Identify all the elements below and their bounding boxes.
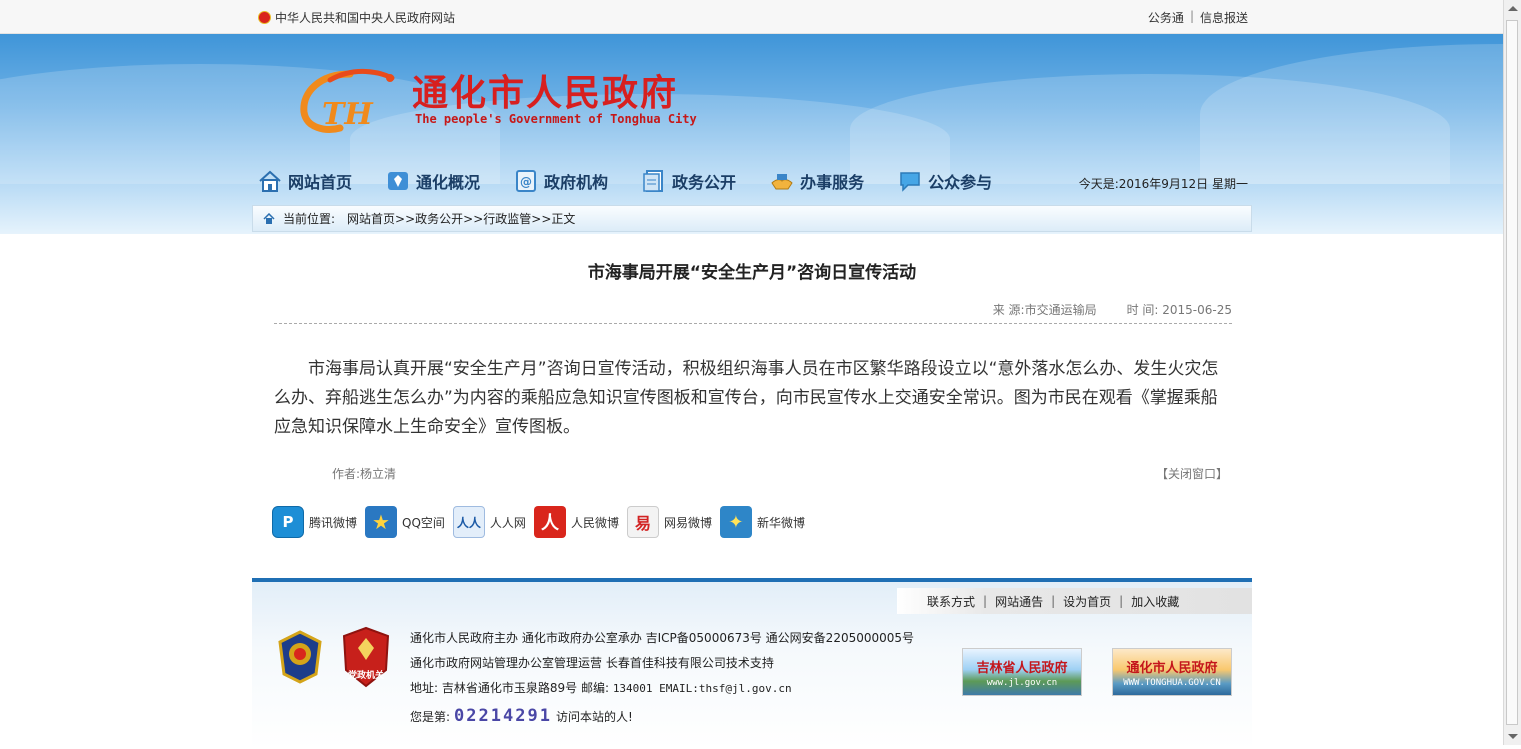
nav-services[interactable]: 办事服务 (770, 169, 864, 193)
share-bar: P 腾讯微博 ★ QQ空间 人人 人人网 人 人民微博 易 网易微博 ✦ 新华微… (272, 506, 813, 538)
article-author: 作者:杨立清 (332, 467, 397, 481)
breadcrumb-home-icon (263, 213, 275, 224)
top-right-links: 公务通 | 信息报送 (1148, 9, 1248, 26)
share-label: 新华微博 (756, 515, 805, 530)
tonghua-gov-link[interactable]: 通化市人民政府 WWW.TONGHUA.GOV.CN (1112, 648, 1232, 696)
info-report-link[interactable]: 信息报送 (1200, 9, 1248, 26)
logo-title-en: The people's Government of Tonghua City (415, 112, 697, 126)
visitor-count: 02214291 (454, 706, 552, 726)
footer-link-separator: | (1051, 594, 1056, 608)
share-xinhua-weibo[interactable]: ✦ 新华微博 (719, 506, 805, 538)
breadcrumb-label: 当前位置: (283, 212, 336, 226)
organization-icon: @ (516, 170, 537, 192)
vertical-scrollbar[interactable] (1503, 0, 1521, 745)
share-label: 网易微博 (663, 515, 712, 530)
footer-add-favorite-link[interactable]: 加入收藏 (1131, 593, 1179, 610)
article-time: 时 间: 2015-06-25 (1126, 303, 1232, 317)
central-gov-link-label: 中华人民共和国中央人民政府网站 (275, 11, 456, 25)
xinhua-weibo-icon: ✦ (719, 506, 752, 538)
nav-gov-affairs-label: 政务公开 (672, 173, 737, 192)
article-divider (274, 323, 1232, 324)
article-meta: 来 源:市交通运输局 时 间: 2015-06-25 (993, 301, 1232, 318)
article-body: 市海事局认真开展“安全生产月”咨询日宣传活动，积极组织海事人员在市区繁华路段设立… (274, 359, 1219, 437)
current-date: 今天是:2016年9月12日 星期一 (1078, 177, 1248, 191)
chat-icon (900, 172, 920, 192)
footer: 联系方式 | 网站通告 | 设为首页 | 加入收藏 党政机关 通化市人民政府主办… (252, 578, 1252, 749)
jilin-gov-link-url: www.jl.gov.cn (986, 678, 1058, 688)
gongwutong-link[interactable]: 公务通 (1148, 9, 1184, 26)
article-source: 来 源:市交通运输局 (992, 303, 1097, 317)
top-links-separator: | (1189, 9, 1194, 23)
breadcrumb-path[interactable]: 网站首页>>政务公开>>行政监管>>正文 (347, 210, 575, 227)
footer-contact-link[interactable]: 联系方式 (927, 593, 975, 610)
svg-text:@: @ (520, 175, 532, 189)
footer-postcode-email: 134001 EMAIL:thsf@jl.gov.cn (612, 682, 792, 695)
nav-overview[interactable]: 通化概况 (386, 169, 480, 193)
share-label: QQ空间 (402, 515, 445, 530)
share-people-weibo[interactable]: 人 人民微博 (533, 506, 619, 538)
party-gov-badge-icon[interactable]: 党政机关 (340, 626, 392, 688)
share-label: 人民微博 (570, 515, 619, 530)
visitor-prefix: 您是第: (410, 709, 451, 724)
share-renren[interactable]: 人人 人人网 (452, 506, 526, 538)
nav-organization[interactable]: @ 政府机构 (514, 169, 608, 193)
handshake-icon (771, 174, 793, 190)
tonghua-gov-link-title: 通化市人民政府 (1126, 661, 1218, 676)
nav-home-label: 网站首页 (288, 173, 353, 192)
header-banner: TH 通化市人民政府 The people's Government of To… (0, 34, 1503, 234)
nav-participation[interactable]: 公众参与 (898, 169, 992, 193)
share-label: 人人网 (489, 515, 526, 530)
footer-line-operator: 通化市政府网站管理办公室管理运营 长春首佳科技有限公司技术支持 (410, 656, 774, 670)
netease-weibo-icon: 易 (626, 506, 659, 538)
visitor-suffix: 访问本站的人! (555, 709, 633, 724)
footer-links: 联系方式 | 网站通告 | 设为首页 | 加入收藏 (897, 588, 1252, 614)
banner-mountain (1200, 44, 1503, 184)
main-nav: 网站首页 通化概况 @ 政府机构 政务公开 办事服务 公众参与 今天是:2016… (258, 165, 1248, 197)
nav-home[interactable]: 网站首页 (258, 169, 352, 193)
jilin-gov-link-title: 吉林省人民政府 (976, 661, 1068, 676)
nav-participation-label: 公众参与 (928, 173, 993, 192)
tonghua-logo-icon: TH (300, 68, 395, 133)
logo-mark-text: TH (322, 97, 374, 132)
article-title: 市海事局开展“安全生产月”咨询日宣传活动 (587, 263, 917, 283)
footer-line-address: 地址: 吉林省通化市玉泉路89号 邮编: 134001 EMAIL:thsf@j… (410, 676, 914, 701)
share-netease-weibo[interactable]: 易 网易微博 (626, 506, 712, 538)
nav-gov-affairs[interactable]: 政务公开 (642, 169, 736, 193)
tencent-weibo-icon: P (272, 506, 304, 538)
renren-icon: 人人 (452, 506, 485, 538)
logo-title-cn: 通化市人民政府 (412, 72, 679, 114)
footer-link-separator: | (983, 594, 988, 608)
central-gov-link[interactable]: 中华人民共和国中央人民政府网站 (258, 9, 455, 26)
police-badge-icon[interactable] (276, 630, 324, 684)
home-icon (259, 170, 281, 192)
close-window-link[interactable]: 【关闭窗口】 (1156, 465, 1228, 482)
party-badge-text: 党政机关 (348, 669, 384, 681)
national-emblem-icon (258, 11, 271, 24)
scroll-down-arrow-icon[interactable] (1508, 734, 1518, 739)
overview-icon (388, 172, 409, 190)
nav-services-label: 办事服务 (800, 173, 865, 192)
visitor-counter: 您是第: 02214291 访问本站的人! (410, 706, 633, 726)
footer-address-label: 地址: 吉林省通化市玉泉路89号 邮编: (410, 681, 613, 695)
qzone-icon: ★ (365, 506, 398, 538)
share-label: 腾讯微博 (309, 515, 358, 530)
tonghua-gov-link-url: WWW.TONGHUA.GOV.CN (1123, 678, 1221, 688)
footer-info: 通化市人民政府主办 通化市政府办公室承办 吉ICP备05000673号 通公网安… (410, 626, 914, 701)
jilin-gov-link[interactable]: 吉林省人民政府 www.jl.gov.cn (962, 648, 1082, 696)
footer-line-sponsor: 通化市人民政府主办 通化市政府办公室承办 吉ICP备05000673号 通公网安… (410, 631, 915, 645)
scroll-up-arrow-icon[interactable] (1508, 6, 1518, 11)
scrollbar-thumb[interactable] (1506, 20, 1518, 725)
top-bar: 中华人民共和国中央人民政府网站 公务通 | 信息报送 (0, 0, 1503, 34)
people-weibo-icon: 人 (533, 506, 566, 538)
nav-overview-label: 通化概况 (416, 173, 481, 192)
footer-link-separator: | (1119, 594, 1124, 608)
footer-notice-link[interactable]: 网站通告 (995, 593, 1043, 610)
breadcrumb: 当前位置: 网站首页>>政务公开>>行政监管>>正文 (252, 205, 1252, 232)
footer-set-homepage-link[interactable]: 设为首页 (1063, 593, 1111, 610)
share-tencent-weibo[interactable]: P 腾讯微博 (272, 506, 357, 538)
document-icon (643, 170, 664, 192)
nav-organization-label: 政府机构 (544, 173, 609, 192)
top-bar-inner: 中华人民共和国中央人民政府网站 公务通 | 信息报送 (258, 0, 1248, 33)
share-qzone[interactable]: ★ QQ空间 (365, 506, 445, 538)
